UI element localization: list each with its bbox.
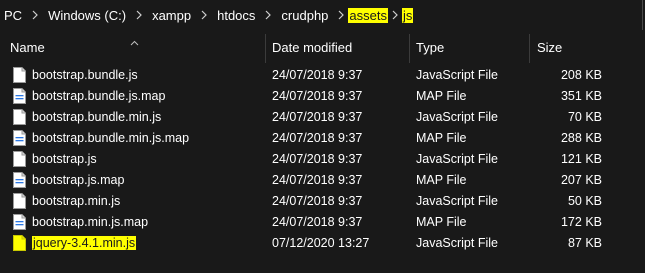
file-explorer-window: PC Windows (C:) xampp htdocs crudphp ass… bbox=[0, 0, 645, 273]
file-type: JavaScript File bbox=[416, 152, 498, 166]
file-date-modified: 24/07/2018 9:37 bbox=[272, 131, 363, 145]
file-name: bootstrap.min.js bbox=[32, 194, 121, 208]
breadcrumb-assets[interactable]: assets bbox=[348, 7, 388, 23]
file-type: JavaScript File bbox=[416, 68, 498, 82]
breadcrumb-xampp[interactable]: xampp bbox=[146, 8, 197, 23]
file-name: bootstrap.js.map bbox=[32, 173, 125, 187]
file-size: 207 KB bbox=[560, 173, 602, 187]
file-size: 208 KB bbox=[560, 68, 602, 82]
js-file-icon bbox=[13, 151, 26, 167]
address-bar[interactable]: PC Windows (C:) xampp htdocs crudphp ass… bbox=[0, 0, 643, 30]
file-date-modified: 24/07/2018 9:37 bbox=[272, 89, 363, 103]
file-row[interactable]: bootstrap.bundle.min.js 24/07/2018 9:37 … bbox=[0, 107, 645, 128]
file-type: MAP File bbox=[416, 89, 467, 103]
file-size: 288 KB bbox=[560, 131, 602, 145]
chevron-right-icon[interactable] bbox=[261, 10, 275, 20]
breadcrumb-js[interactable]: js bbox=[401, 7, 414, 23]
map-file-icon bbox=[13, 88, 26, 104]
file-date-modified: 24/07/2018 9:37 bbox=[272, 68, 363, 82]
file-name: bootstrap.bundle.min.js.map bbox=[32, 131, 190, 145]
file-type: JavaScript File bbox=[416, 236, 498, 250]
chevron-up-icon bbox=[130, 33, 139, 51]
file-size: 87 KB bbox=[567, 236, 602, 250]
map-file-icon bbox=[13, 172, 26, 188]
file-name: bootstrap.bundle.js.map bbox=[32, 89, 166, 103]
column-header-size[interactable]: Size bbox=[537, 40, 562, 55]
file-name: jquery-3.4.1.min.js bbox=[32, 236, 137, 250]
breadcrumb-pc[interactable]: PC bbox=[0, 8, 28, 23]
file-type: MAP File bbox=[416, 173, 467, 187]
file-size: 351 KB bbox=[560, 89, 602, 103]
file-date-modified: 24/07/2018 9:37 bbox=[272, 110, 363, 124]
file-date-modified: 24/07/2018 9:37 bbox=[272, 173, 363, 187]
column-divider[interactable] bbox=[265, 34, 266, 63]
file-row[interactable]: bootstrap.js.map 24/07/2018 9:37 MAP Fil… bbox=[0, 170, 645, 191]
file-row[interactable]: bootstrap.bundle.min.js.map 24/07/2018 9… bbox=[0, 128, 645, 149]
chevron-right-icon[interactable] bbox=[197, 10, 211, 20]
breadcrumb-windows-c[interactable]: Windows (C:) bbox=[42, 8, 132, 23]
file-name: bootstrap.bundle.min.js bbox=[32, 110, 162, 124]
breadcrumb-htdocs[interactable]: htdocs bbox=[211, 8, 261, 23]
file-type: MAP File bbox=[416, 131, 467, 145]
js-file-icon bbox=[13, 67, 26, 83]
file-name: bootstrap.min.js.map bbox=[32, 215, 149, 229]
map-file-icon bbox=[13, 214, 26, 230]
js-file-icon bbox=[13, 235, 26, 251]
file-row[interactable]: bootstrap.min.js 24/07/2018 9:37 JavaScr… bbox=[0, 191, 645, 212]
js-file-icon bbox=[13, 193, 26, 209]
file-date-modified: 07/12/2020 13:27 bbox=[272, 236, 370, 250]
file-date-modified: 24/07/2018 9:37 bbox=[272, 152, 363, 166]
file-type: MAP File bbox=[416, 215, 467, 229]
file-date-modified: 24/07/2018 9:37 bbox=[272, 194, 363, 208]
file-size: 172 KB bbox=[560, 215, 602, 229]
breadcrumb-crudphp[interactable]: crudphp bbox=[275, 8, 334, 23]
chevron-right-icon[interactable] bbox=[132, 10, 146, 20]
chevron-right-icon[interactable] bbox=[28, 10, 42, 20]
file-row[interactable]: bootstrap.js 24/07/2018 9:37 JavaScript … bbox=[0, 149, 645, 170]
column-header-bar: Name Date modified Type Size bbox=[0, 30, 645, 63]
column-divider[interactable] bbox=[529, 34, 530, 63]
file-type: JavaScript File bbox=[416, 110, 498, 124]
file-size: 50 KB bbox=[567, 194, 602, 208]
chevron-right-icon[interactable] bbox=[334, 10, 348, 20]
file-size: 70 KB bbox=[567, 110, 602, 124]
file-name: bootstrap.js bbox=[32, 152, 97, 166]
file-type: JavaScript File bbox=[416, 194, 498, 208]
file-row[interactable]: bootstrap.bundle.js.map 24/07/2018 9:37 … bbox=[0, 86, 645, 107]
column-header-name[interactable]: Name bbox=[10, 40, 45, 55]
file-row[interactable]: bootstrap.bundle.js 24/07/2018 9:37 Java… bbox=[0, 65, 645, 86]
file-size: 121 KB bbox=[560, 152, 602, 166]
column-divider[interactable] bbox=[409, 34, 410, 63]
file-row[interactable]: bootstrap.min.js.map 24/07/2018 9:37 MAP… bbox=[0, 212, 645, 233]
file-date-modified: 24/07/2018 9:37 bbox=[272, 215, 363, 229]
file-name: bootstrap.bundle.js bbox=[32, 68, 138, 82]
column-header-date-modified[interactable]: Date modified bbox=[272, 40, 352, 55]
chevron-right-icon[interactable] bbox=[388, 10, 402, 20]
file-row[interactable]: jquery-3.4.1.min.js 07/12/2020 13:27 Jav… bbox=[0, 233, 645, 254]
column-header-type[interactable]: Type bbox=[416, 40, 444, 55]
js-file-icon bbox=[13, 109, 26, 125]
map-file-icon bbox=[13, 130, 26, 146]
